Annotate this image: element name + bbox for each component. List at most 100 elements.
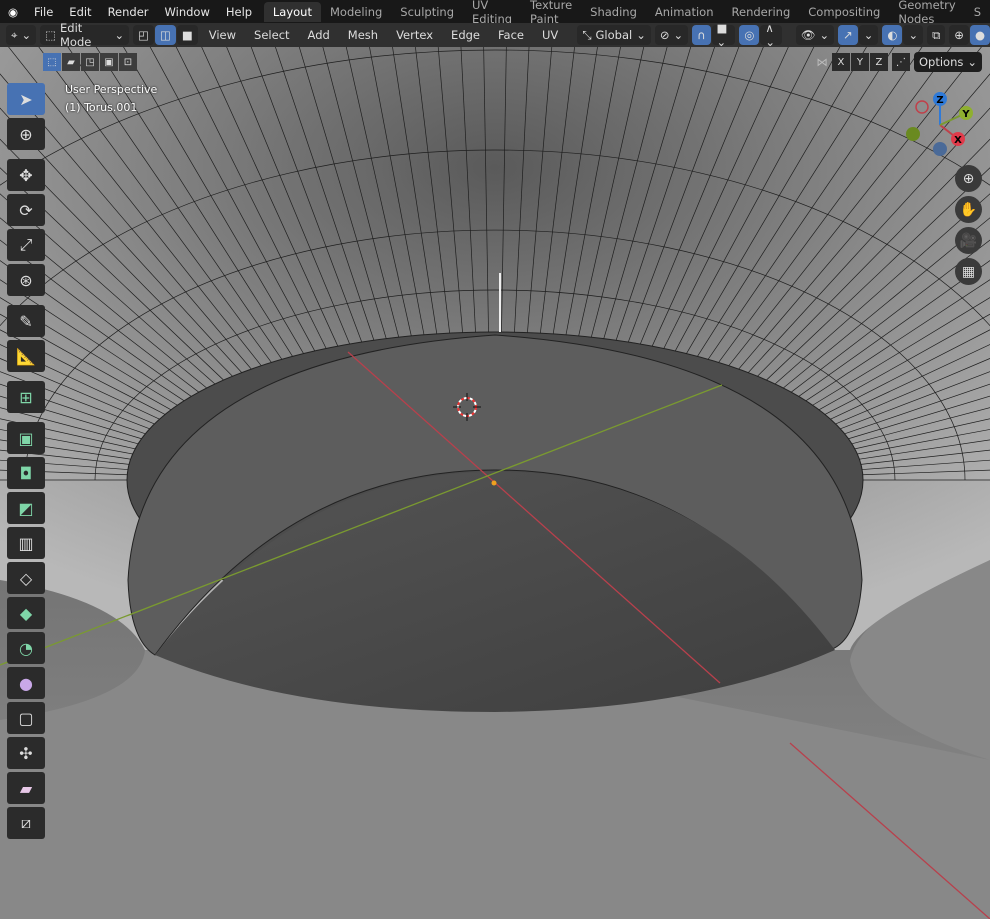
neg-y-axis-icon [906, 127, 920, 141]
pivot-dropdown[interactable]: ⊘ ⌄ [654, 25, 689, 45]
tool-shelf: ➤ ⊕ ✥ ⟳ ⤢ ⊛ ✎ 📐 ⊞ ▣ ◘ ◩ ▥ ◇ ◆ ◔ ● ▢ ✣ ▰ … [7, 83, 47, 842]
tab-layout[interactable]: Layout [263, 1, 321, 22]
shear-edge-tool-icon[interactable]: ⧄ [7, 807, 45, 839]
gizmo-dropdown[interactable]: ⌄ [858, 25, 879, 45]
viewport-scene [0, 47, 990, 919]
editor-type-button[interactable]: ⌖ ⌄ [6, 25, 37, 45]
xray-icon: ⧉ [932, 27, 941, 42]
viewport-icon: ⌖ [11, 27, 18, 42]
edge-select-button[interactable]: ◫ [155, 25, 176, 45]
menu-edge[interactable]: Edge [444, 28, 487, 42]
pivot-icon: ⊘ [659, 28, 670, 42]
menu-window[interactable]: Window [157, 5, 218, 19]
cursor-tool-icon[interactable]: ⊕ [7, 118, 45, 150]
loop-cut-tool-icon[interactable]: ▥ [7, 527, 45, 559]
spin-tool-icon[interactable]: ◔ [7, 632, 45, 664]
mirror-x-toggle[interactable]: X [831, 53, 850, 71]
snap-target-dropdown[interactable]: ■ ⌄ [711, 21, 736, 49]
blender-logo-icon[interactable]: ◉ [0, 5, 26, 19]
navigation-gizmo[interactable]: Z Y X [900, 87, 980, 162]
select-subtract-icon[interactable]: ◳ [81, 53, 99, 71]
move-tool-icon[interactable]: ✥ [7, 159, 45, 191]
gizmo-icon: ↗ [843, 28, 853, 42]
perspective-grid-icon[interactable]: ▦ [955, 258, 982, 285]
menu-select[interactable]: Select [247, 28, 296, 42]
select-intersect-icon[interactable]: ⊡ [119, 53, 137, 71]
neg-z-axis-icon [933, 142, 947, 156]
tab-scripting[interactable]: S [965, 2, 990, 22]
mode-dropdown[interactable]: ⬚ Edit Mode ⌄ [40, 21, 130, 49]
chevron-down-icon: ⌄ [114, 28, 125, 42]
select-box-tool-icon[interactable]: ➤ [7, 83, 45, 115]
wireframe-icon: ⊕ [954, 28, 964, 42]
gizmo-toggle[interactable]: ↗ [838, 25, 858, 45]
face-select-button[interactable]: ■ [176, 25, 198, 45]
menu-render[interactable]: Render [100, 5, 157, 19]
shear-tool-icon[interactable]: ✣ [7, 737, 45, 769]
vertex-select-button[interactable]: ◰ [133, 25, 154, 45]
rotate-tool-icon[interactable]: ⟳ [7, 194, 45, 226]
magnet-icon: ∩ [697, 28, 706, 42]
pan-hand-icon[interactable]: ✋ [955, 196, 982, 223]
mirror-z-toggle[interactable]: Z [869, 53, 888, 71]
solid-shading-button[interactable]: ● [969, 25, 990, 45]
tab-sculpting[interactable]: Sculpting [391, 2, 463, 22]
visibility-dropdown[interactable]: 👁 ⌄ [795, 25, 835, 45]
proportional-edit-toggle[interactable]: ◎ [739, 25, 760, 45]
proportional-icon: ◎ [744, 28, 755, 42]
menu-vertex[interactable]: Vertex [389, 28, 440, 42]
scale-tool-icon[interactable]: ⤢ [7, 229, 45, 261]
falloff-dropdown[interactable]: ∧ ⌄ [760, 21, 782, 49]
xray-toggle[interactable]: ⧉ [927, 25, 946, 45]
object-label: (1) Torus.001 [65, 101, 138, 114]
zoom-icon[interactable]: ⊕ [955, 165, 982, 192]
mirror-y-toggle[interactable]: Y [850, 53, 869, 71]
inset-tool-icon[interactable]: ◘ [7, 457, 45, 489]
3d-viewport[interactable]: User Perspective (1) Torus.001 ⬚ ▰ ◳ ▣ ⊡… [0, 47, 990, 919]
overlay-icon: ◐ [887, 28, 898, 42]
edit-mode-icon: ⬚ [45, 28, 56, 42]
overlay-dropdown[interactable]: ⌄ [903, 25, 924, 45]
measure-tool-icon[interactable]: 📐 [7, 340, 45, 372]
tab-animation[interactable]: Animation [646, 2, 723, 22]
tab-shading[interactable]: Shading [581, 2, 646, 22]
menu-file[interactable]: File [26, 5, 61, 19]
svg-text:X: X [954, 135, 962, 146]
menu-help[interactable]: Help [218, 5, 260, 19]
tab-modeling[interactable]: Modeling [321, 2, 391, 22]
eye-icon: 👁 [800, 28, 816, 42]
menu-mesh[interactable]: Mesh [341, 28, 385, 42]
extrude-tool-icon[interactable]: ▣ [7, 422, 45, 454]
camera-icon[interactable]: 🎥 [955, 227, 982, 254]
smooth-tool-icon[interactable]: ● [7, 667, 45, 699]
svg-text:Y: Y [961, 109, 970, 120]
snap-toggle[interactable]: ∩ [692, 25, 711, 45]
menu-view[interactable]: View [202, 28, 243, 42]
annotate-tool-icon[interactable]: ✎ [7, 305, 45, 337]
menu-add[interactable]: Add [301, 28, 337, 42]
auto-merge-icon[interactable]: ⋰ [891, 53, 910, 71]
top-bar: ◉ File Edit Render Window Help Layout Mo… [0, 0, 990, 26]
bevel-tool-icon[interactable]: ◩ [7, 492, 45, 524]
options-dropdown[interactable]: Options ⌄ [913, 52, 982, 72]
orientation-dropdown[interactable]: ⤡ Global ⌄ [577, 25, 651, 45]
tab-compositing[interactable]: Compositing [799, 2, 889, 22]
transform-tool-icon[interactable]: ⊛ [7, 264, 45, 296]
select-extend-icon[interactable]: ▰ [62, 53, 80, 71]
select-new-icon[interactable]: ⬚ [43, 53, 61, 71]
knife-tool-icon[interactable]: ◇ [7, 562, 45, 594]
select-invert-icon[interactable]: ▣ [100, 53, 118, 71]
overlay-toggle[interactable]: ◐ [882, 25, 903, 45]
tab-rendering[interactable]: Rendering [723, 2, 800, 22]
viewport-options-bar: ⋈ X Y Z ⋰ Options ⌄ [816, 52, 982, 72]
menu-uv[interactable]: UV [535, 28, 565, 42]
menu-edit[interactable]: Edit [61, 5, 99, 19]
mirror-icon: ⋈ [816, 55, 828, 69]
menu-face[interactable]: Face [491, 28, 531, 42]
rip-tool-icon[interactable]: ▰ [7, 772, 45, 804]
wireframe-shading-button[interactable]: ⊕ [949, 25, 969, 45]
poly-build-tool-icon[interactable]: ◆ [7, 597, 45, 629]
shrink-fatten-tool-icon[interactable]: ▢ [7, 702, 45, 734]
add-cube-tool-icon[interactable]: ⊞ [7, 381, 45, 413]
neg-x-axis-icon [915, 100, 929, 114]
